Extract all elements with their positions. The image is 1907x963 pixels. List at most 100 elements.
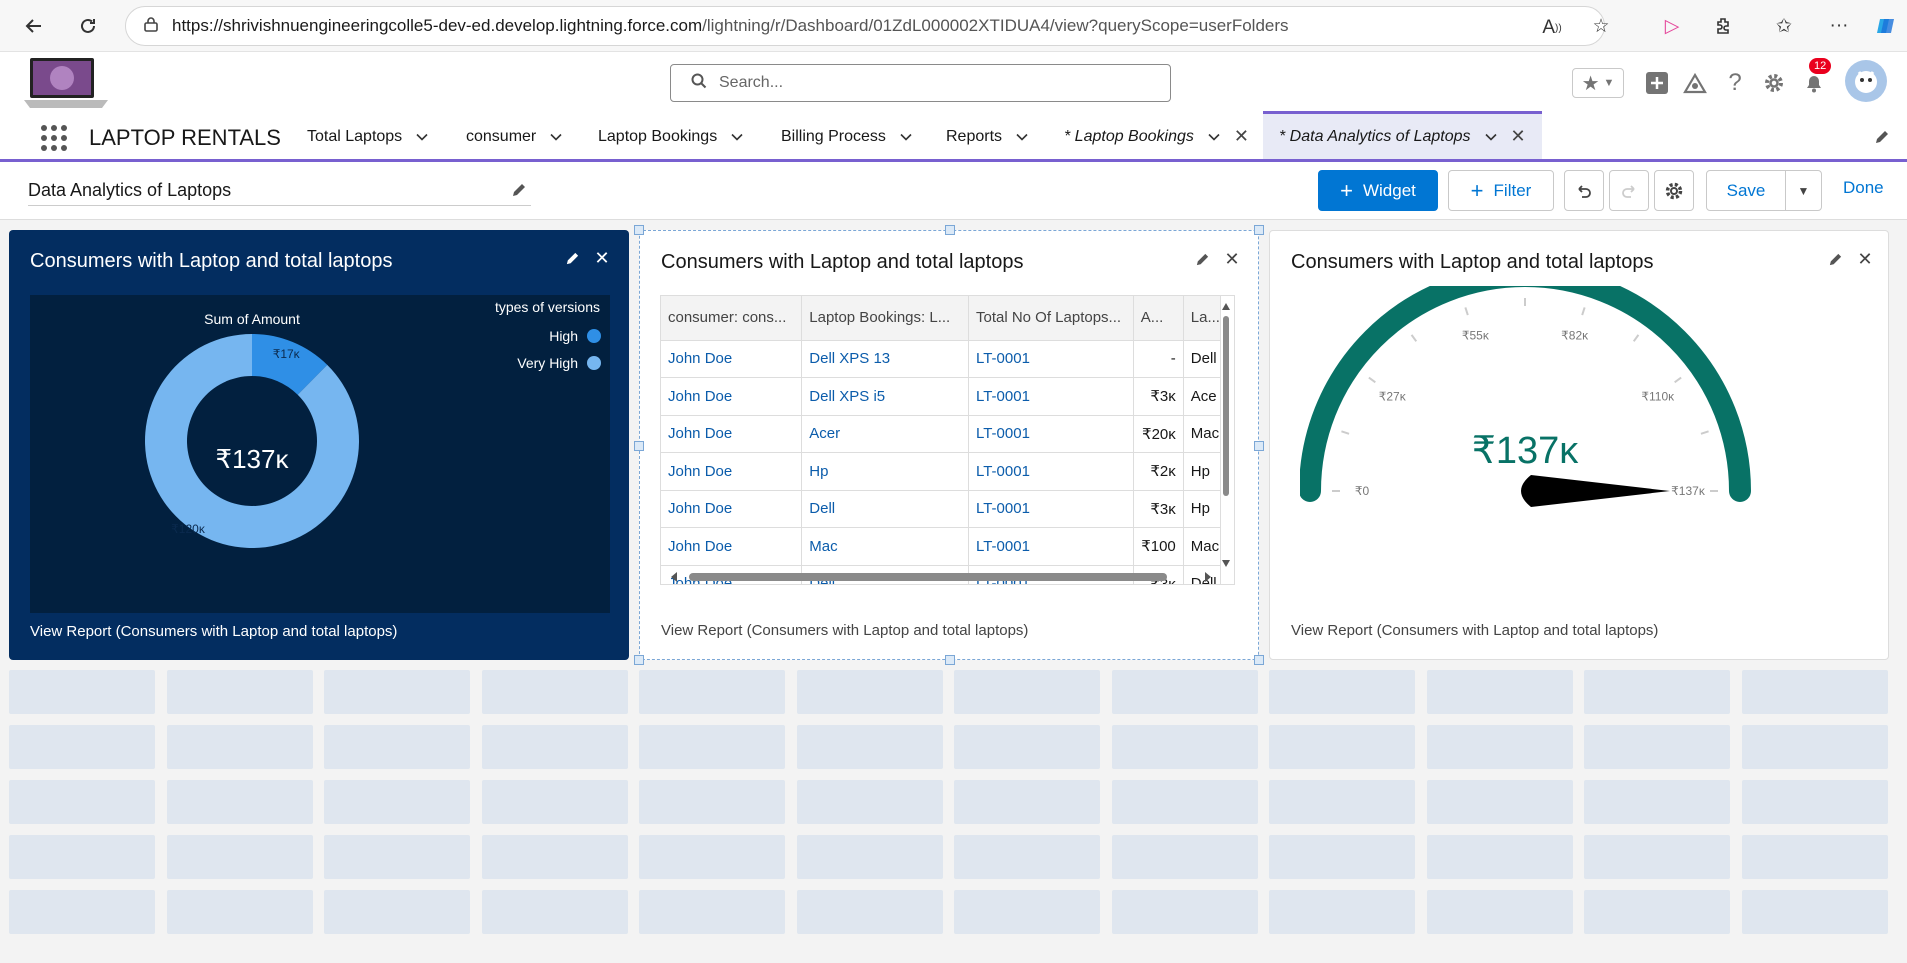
gauge-widget[interactable]: Consumers with Laptop and total laptops …: [1269, 230, 1889, 660]
resize-handle[interactable]: [634, 225, 644, 235]
column-header[interactable]: consumer: cons...: [661, 296, 803, 341]
chevron-down-icon[interactable]: [900, 131, 912, 143]
help-icon[interactable]: ?: [1720, 68, 1750, 98]
resize-handle[interactable]: [1254, 441, 1264, 451]
more-icon[interactable]: ···: [1825, 12, 1853, 40]
resize-handle[interactable]: [1254, 655, 1264, 665]
tab-data-analytics[interactable]: * Data Analytics of Laptops ✕: [1263, 111, 1542, 159]
table-cell-link[interactable]: Dell XPS i5: [801, 377, 969, 416]
table-cell-link[interactable]: LT-0001: [968, 490, 1134, 528]
table-cell-link[interactable]: Dell XPS 13: [801, 340, 969, 378]
copilot-icon[interactable]: [1872, 12, 1900, 40]
notifications-bell-icon[interactable]: 12: [1799, 58, 1832, 98]
chevron-down-icon[interactable]: [550, 131, 562, 143]
undo-button[interactable]: [1564, 170, 1604, 211]
table-cell-link[interactable]: Dell: [801, 490, 969, 528]
resize-handle[interactable]: [1254, 225, 1264, 235]
resize-handle[interactable]: [945, 225, 955, 235]
column-header[interactable]: Laptop Bookings: L...: [801, 296, 969, 341]
redo-button[interactable]: [1609, 170, 1649, 211]
chevron-down-icon[interactable]: [1016, 131, 1028, 143]
table-widget[interactable]: Consumers with Laptop and total laptops …: [634, 225, 1264, 665]
close-icon[interactable]: ✕: [1855, 249, 1875, 269]
table-cell-link[interactable]: John Doe: [661, 490, 803, 528]
vertical-scrollbar[interactable]: [1220, 300, 1232, 570]
table-cell-link[interactable]: Acer: [801, 415, 969, 453]
edit-widget-icon[interactable]: [562, 248, 582, 268]
table-cell-link[interactable]: Mac: [801, 527, 969, 566]
save-menu-button[interactable]: ▼: [1785, 170, 1822, 211]
global-search[interactable]: Search...: [670, 64, 1171, 102]
grid-cell: [1269, 725, 1415, 769]
close-icon[interactable]: ✕: [1511, 126, 1526, 147]
table-cell-link[interactable]: LT-0001: [968, 377, 1134, 416]
tab-laptop-bookings[interactable]: * Laptop Bookings ✕: [1064, 114, 1249, 159]
table-cell-link[interactable]: LT-0001: [968, 527, 1134, 566]
column-header[interactable]: Total No Of Laptops...: [968, 296, 1134, 341]
address-bar[interactable]: https://shrivishnuengineeringcolle5-dev-…: [125, 6, 1605, 46]
pencil-icon[interactable]: [511, 182, 527, 198]
edit-widget-icon[interactable]: [1192, 249, 1212, 269]
chevron-down-icon[interactable]: [731, 131, 743, 143]
view-report-link[interactable]: View Report (Consumers with Laptop and t…: [30, 623, 397, 640]
dashboard-title-input[interactable]: Data Analytics of Laptops: [28, 176, 531, 206]
edit-widget-icon[interactable]: [1825, 249, 1845, 269]
table-cell: Mac: [1183, 527, 1222, 566]
table-cell-link[interactable]: Hp: [801, 452, 969, 491]
donut-widget[interactable]: Consumers with Laptop and total laptops …: [9, 230, 629, 660]
back-icon[interactable]: [18, 10, 50, 42]
favorites-icon[interactable]: ✩: [1770, 12, 1798, 40]
table-cell-link[interactable]: LT-0001: [968, 415, 1134, 453]
close-icon[interactable]: ✕: [592, 248, 612, 268]
nav-item-total-laptops[interactable]: Total Laptops: [307, 114, 428, 159]
read-aloud-icon[interactable]: A)): [1538, 14, 1566, 42]
resize-handle[interactable]: [945, 655, 955, 665]
table-cell-link[interactable]: LT-0001: [968, 452, 1134, 491]
add-filter-button[interactable]: + Filter: [1448, 170, 1554, 211]
column-header[interactable]: La...: [1183, 296, 1222, 341]
setup-gear-icon[interactable]: [1759, 68, 1789, 98]
trailhead-icon[interactable]: [1680, 68, 1710, 98]
horizontal-scrollbar[interactable]: [669, 570, 1219, 584]
copilot-play-icon[interactable]: ▷: [1658, 12, 1686, 40]
grid-cell: [1111, 670, 1258, 714]
resize-handle[interactable]: [634, 441, 644, 451]
properties-button[interactable]: [1654, 170, 1694, 211]
table-cell-link[interactable]: John Doe: [661, 340, 803, 378]
edit-nav-icon[interactable]: [1874, 114, 1890, 159]
view-report-link[interactable]: View Report (Consumers with Laptop and t…: [1291, 622, 1658, 639]
save-button[interactable]: Save: [1706, 170, 1786, 211]
table-cell-link[interactable]: John Doe: [661, 415, 803, 453]
grid-cell: [166, 890, 313, 934]
extensions-icon[interactable]: [1710, 12, 1738, 40]
add-widget-button[interactable]: + Widget: [1318, 170, 1438, 211]
global-actions-icon[interactable]: [1642, 68, 1672, 98]
table-cell-link[interactable]: John Doe: [661, 452, 803, 491]
app-launcher-icon[interactable]: [40, 124, 68, 152]
nav-item-laptop-bookings[interactable]: Laptop Bookings: [598, 114, 743, 159]
close-icon[interactable]: ✕: [1222, 249, 1242, 269]
table-cell-link[interactable]: John Doe: [661, 377, 803, 416]
legend-swatch[interactable]: [587, 356, 601, 370]
nav-item-billing-process[interactable]: Billing Process: [781, 114, 912, 159]
nav-item-reports[interactable]: Reports: [946, 114, 1028, 159]
table-row: John Doe Mac LT-0001 ₹100 Mac: [661, 527, 1222, 566]
view-report-link[interactable]: View Report (Consumers with Laptop and t…: [661, 622, 1028, 639]
favorites-button[interactable]: ★ ▼: [1572, 68, 1624, 98]
legend-swatch[interactable]: [587, 329, 601, 343]
refresh-icon[interactable]: [72, 10, 104, 42]
chevron-down-icon[interactable]: [1208, 131, 1220, 143]
user-avatar[interactable]: [1845, 60, 1887, 102]
close-icon[interactable]: ✕: [1234, 126, 1249, 147]
legend-label: High: [549, 328, 578, 344]
resize-handle[interactable]: [634, 655, 644, 665]
chevron-down-icon[interactable]: [1484, 131, 1497, 143]
chevron-down-icon[interactable]: [416, 131, 428, 143]
column-header[interactable]: A...: [1133, 296, 1184, 341]
nav-item-consumer[interactable]: consumer: [466, 114, 562, 159]
table-cell-link[interactable]: LT-0001: [968, 340, 1134, 378]
done-button[interactable]: Done: [1843, 178, 1884, 198]
favorite-star-icon[interactable]: ☆: [1587, 12, 1615, 40]
table-cell-link[interactable]: John Doe: [661, 527, 803, 566]
org-logo[interactable]: [22, 56, 110, 110]
